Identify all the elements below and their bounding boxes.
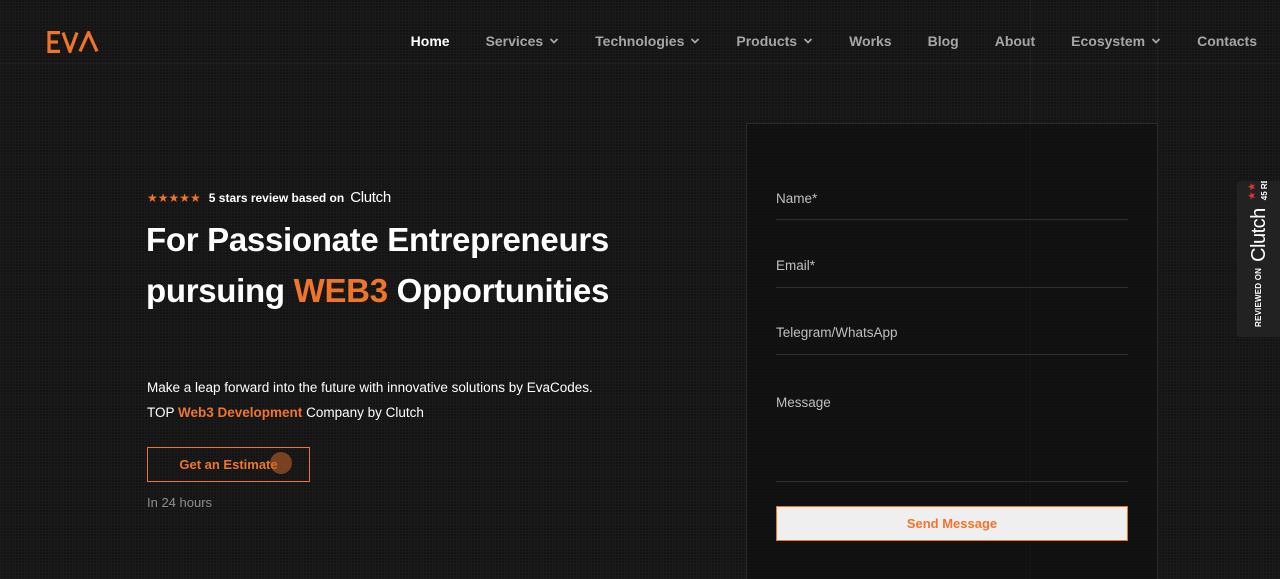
lead-line2-after: Company by Clutch (302, 404, 424, 420)
nav-home[interactable]: Home (411, 33, 450, 49)
eva-logo-icon (47, 31, 99, 53)
send-message-button[interactable]: Send Message (776, 506, 1128, 541)
clutch-widget-left: REVIEWED ON (1253, 268, 1264, 327)
hero-headline: For Passionate Entrepreneurs pursuing WE… (146, 214, 666, 316)
lead-line1: Make a leap forward into the future with… (147, 380, 593, 395)
nav-label: Home (410, 33, 450, 49)
email-placeholder: Email* (776, 258, 816, 273)
message-textarea[interactable]: Message (776, 392, 1128, 482)
get-estimate-button[interactable]: Get an Estimate (147, 447, 310, 482)
nav-label: Services (485, 33, 544, 49)
email-field[interactable]: Email* (776, 255, 1128, 288)
main-nav: Home Services Technologies Products Work… (375, 33, 1257, 49)
widget-stars-icon: ★★★★★ (1247, 181, 1259, 200)
headline-accent: WEB3 (293, 272, 388, 309)
headline-line2-before: pursuing (146, 272, 294, 309)
chevron-down-icon (1151, 38, 1161, 44)
headline-line1: For Passionate Entrepreneurs (146, 221, 609, 258)
nav-about[interactable]: About (995, 33, 1035, 49)
clutch-rating[interactable]: ★★★★★ 5 stars review based on Clutch (147, 189, 391, 206)
reviews-count: 45 REVIEWS (1259, 181, 1271, 200)
cursor-hover-dot (270, 452, 292, 474)
lead-accent: Web3 Development (178, 404, 303, 420)
cta-label: Get an Estimate (179, 457, 278, 472)
name-field[interactable]: Name* (776, 188, 1128, 220)
chevron-down-icon (691, 38, 700, 44)
chevron-down-icon (803, 38, 813, 44)
nav-label: Contacts (1197, 33, 1257, 49)
clutch-review-widget[interactable]: REVIEWED ON Clutch ★★★★★ 45 REVIEWS (1237, 181, 1280, 337)
clutch-widget-right: ★★★★★ 45 REVIEWS (1247, 181, 1271, 200)
rating-stars-icon: ★★★★★ (147, 190, 201, 205)
reviewed-on-label: REVIEWED ON (1254, 267, 1263, 327)
hero-lead: Make a leap forward into the future with… (147, 376, 593, 425)
lead-line2-before: TOP (147, 404, 179, 420)
name-placeholder: Name* (776, 191, 818, 206)
nav-label: About (994, 33, 1036, 49)
messenger-field[interactable]: Telegram/WhatsApp (776, 322, 1128, 355)
rating-text: 5 stars review based on (208, 190, 345, 205)
nav-label: Technologies (595, 33, 685, 49)
background-grid-line (0, 63, 1280, 64)
chevron-down-icon (550, 38, 559, 44)
submit-label: Send Message (906, 516, 998, 531)
message-placeholder: Message (776, 395, 831, 410)
nav-ecosystem[interactable]: Ecosystem (1071, 33, 1161, 49)
nav-products[interactable]: Products (736, 33, 813, 49)
clutch-widget-content: REVIEWED ON Clutch ★★★★★ 45 REVIEWS (1237, 181, 1280, 337)
messenger-placeholder: Telegram/WhatsApp (776, 325, 898, 340)
nav-services[interactable]: Services (486, 33, 560, 49)
nav-label: Works (849, 33, 892, 49)
nav-label: Products (736, 33, 798, 49)
cta-note: In 24 hours (147, 495, 213, 510)
nav-label: Ecosystem (1071, 33, 1146, 49)
nav-contacts[interactable]: Contacts (1197, 33, 1257, 49)
nav-blog[interactable]: Blog (928, 33, 959, 49)
clutch-brand: Clutch (1247, 208, 1270, 262)
nav-technologies[interactable]: Technologies (595, 33, 700, 49)
headline-line2-after: Opportunities (387, 272, 610, 309)
nav-label: Blog (927, 33, 959, 49)
clutch-logo-text: Clutch (350, 189, 391, 206)
nav-works[interactable]: Works (849, 33, 892, 49)
